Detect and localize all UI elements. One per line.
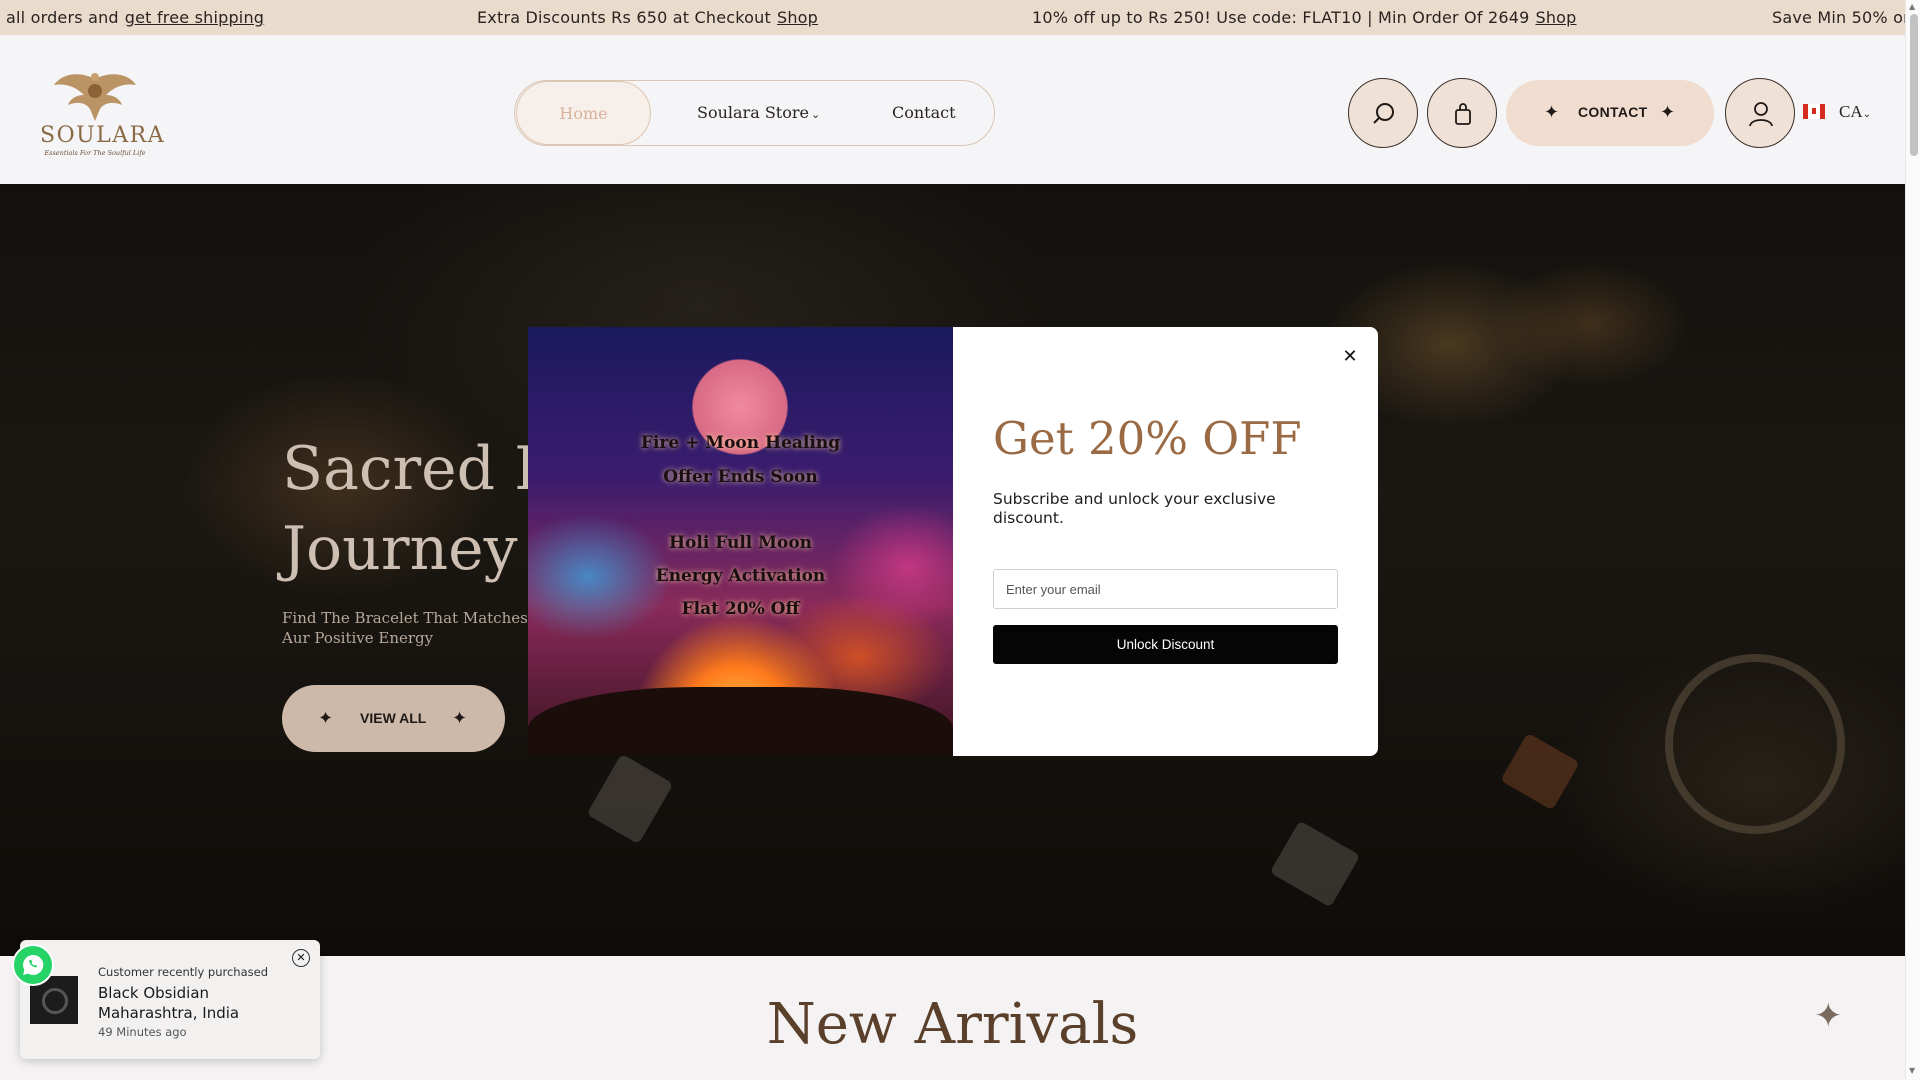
close-icon[interactable]: ✕ — [292, 949, 310, 967]
logo-wordmark: SOULARA — [40, 123, 166, 148]
phoenix-logo-icon — [54, 73, 136, 121]
view-all-label: VIEW ALL — [360, 710, 427, 726]
whatsapp-icon — [23, 954, 44, 975]
search-icon — [1373, 103, 1394, 124]
popup-product: Black Obsidian Maharashtra, India — [98, 984, 240, 1022]
shop-link[interactable]: Shop — [777, 8, 818, 27]
announcement-message: all orders and get free shipping — [6, 8, 265, 27]
logo-tagline: Essentials For The Soulful Life — [44, 149, 146, 157]
sparkle-icon: ✦ — [1660, 102, 1676, 123]
nav-item-store-label: Soulara Store — [697, 103, 809, 122]
main-nav: Home Soulara Store ⌄ Contact — [514, 80, 995, 146]
modal-heading: Get 20% OFF — [993, 412, 1302, 465]
scroll-down-icon[interactable]: ▼ — [1909, 1066, 1915, 1075]
shop-link[interactable]: Shop — [1535, 8, 1576, 27]
contact-button[interactable]: ✦ CONTACT ✦ — [1506, 80, 1714, 146]
modal-description: Subscribe and unlock your exclusive disc… — [993, 490, 1276, 527]
free-shipping-link[interactable]: get free shipping — [125, 8, 264, 27]
scroll-up-icon[interactable]: ▲ — [1909, 2, 1915, 11]
announcement-message: 10% off up to Rs 250! Use code: FLAT10 |… — [1032, 8, 1577, 27]
sparkle-icon: ✦ — [452, 708, 468, 729]
canada-flag-icon[interactable] — [1803, 104, 1825, 119]
sparkle-icon: ✦ — [1544, 102, 1560, 123]
site-header: SOULARA Essentials For The Soulful Life … — [0, 35, 1905, 184]
nav-item-contact[interactable]: Contact — [892, 81, 956, 145]
promo-image-text: Offer Ends Soon — [663, 467, 818, 487]
sparkle-icon: ✦ — [1814, 996, 1843, 1036]
close-icon[interactable]: ✕ — [1338, 345, 1362, 369]
promo-image-text: Fire + Moon Healing — [640, 433, 841, 453]
account-button[interactable] — [1725, 78, 1795, 148]
crowd-silhouette — [528, 687, 953, 756]
unlock-discount-button[interactable]: Unlock Discount — [993, 625, 1338, 664]
announcement-bar: all orders and get free shipping Extra Di… — [0, 0, 1905, 35]
promo-image-text: Energy Activation — [655, 566, 826, 586]
shopping-bag-icon — [1455, 103, 1471, 125]
sparkle-icon: ✦ — [318, 708, 334, 729]
country-selector[interactable]: CA⌄ — [1839, 102, 1871, 122]
announcement-message: Save Min 50% on — [1772, 8, 1905, 27]
popup-label: Customer recently purchased — [98, 965, 269, 979]
site-logo[interactable]: SOULARA Essentials For The Soulful Life — [40, 69, 166, 161]
user-icon — [1749, 102, 1773, 127]
whatsapp-button[interactable] — [12, 944, 54, 986]
scrollbar-thumb[interactable] — [1910, 14, 1918, 156]
search-button[interactable] — [1348, 78, 1418, 148]
contact-button-label: CONTACT — [1578, 104, 1648, 120]
popup-time: 49 Minutes ago — [98, 1025, 187, 1039]
recent-purchase-popup[interactable]: Customer recently purchased Black Obsidi… — [20, 940, 320, 1059]
hero-subtitle: Find The Bracelet That Matches Yo Aur Po… — [282, 609, 551, 647]
country-code: CA — [1839, 102, 1863, 121]
view-all-button[interactable]: ✦ VIEW ALL ✦ — [282, 685, 505, 752]
promo-image-text: Flat 20% Off — [681, 599, 800, 619]
discount-modal — [953, 327, 1378, 756]
chevron-down-icon: ⌄ — [810, 108, 821, 121]
chevron-down-icon: ⌄ — [1862, 109, 1872, 120]
promo-image: Fire + Moon Healing Offer Ends Soon Holi… — [528, 327, 953, 756]
email-field[interactable] — [993, 569, 1338, 609]
cart-button[interactable] — [1427, 78, 1497, 148]
announcement-message: Extra Discounts Rs 650 at Checkout Shop — [477, 8, 819, 27]
nav-item-store[interactable]: Soulara Store ⌄ — [697, 81, 820, 145]
page-scrollbar[interactable]: ▲ ▼ — [1905, 0, 1920, 1080]
nav-item-home[interactable]: Home — [516, 81, 651, 145]
promo-image-text: Holi Full Moon — [668, 533, 813, 553]
